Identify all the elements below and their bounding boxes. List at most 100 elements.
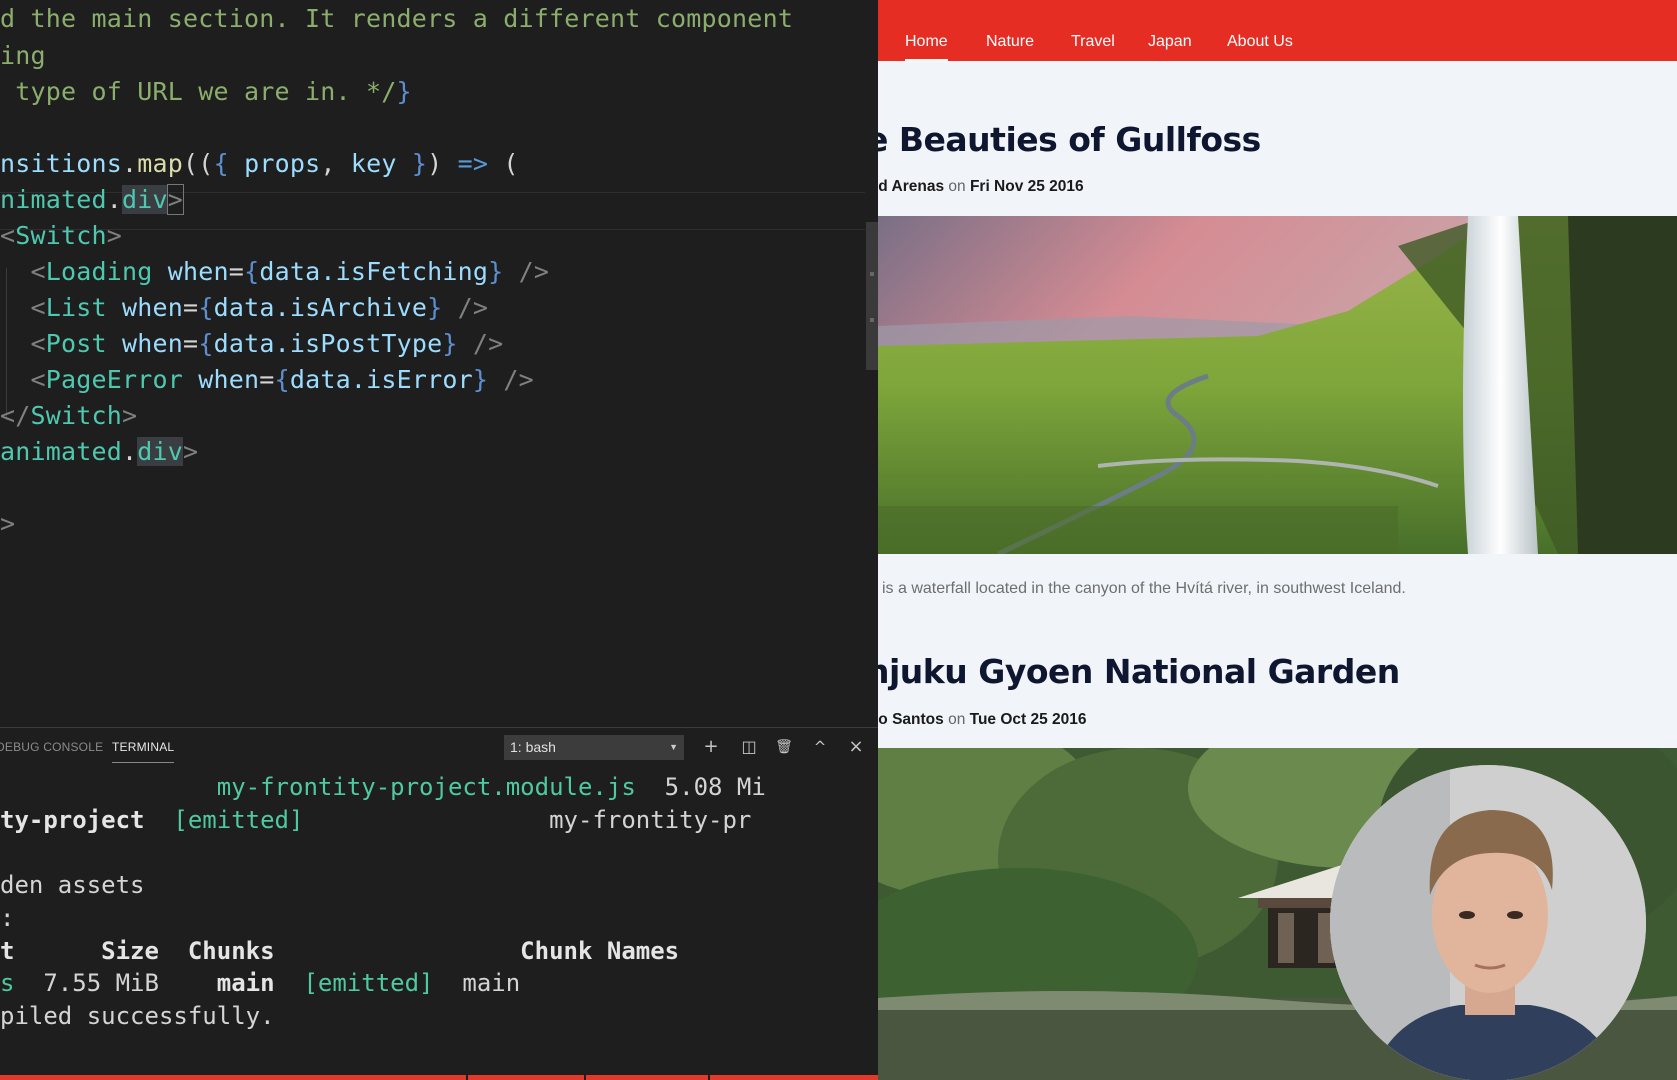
code-line: <List when={data.isArchive} /> (0, 289, 488, 327)
terminal-line: ty-project [emitted] my-frontity-pr (0, 803, 751, 837)
code-token: > (0, 509, 16, 538)
code-token: props (244, 149, 321, 178)
terminal-token: [emitted] (303, 969, 434, 997)
bottom-panel: DEBUG CONSOLE TERMINAL 1: bash ▼ + ◫ 🗑 ^… (0, 727, 878, 1080)
post-title[interactable]: njuku Gyoen National Garden (878, 652, 1400, 691)
terminal-token: : (0, 904, 15, 932)
nav-travel[interactable]: Travel (1071, 33, 1115, 51)
terminal-token: ty-project (0, 806, 145, 834)
code-token: { (198, 293, 214, 322)
terminal-token: main (433, 969, 521, 997)
terminal-token: s (0, 969, 15, 997)
nav-japan[interactable]: Japan (1148, 33, 1192, 51)
tab-terminal[interactable]: TERMINAL (112, 740, 175, 763)
code-token: div (122, 185, 168, 214)
split-icon[interactable]: ◫ (738, 736, 760, 758)
code-editor[interactable]: d the main section. It renders a differe… (0, 0, 865, 725)
code-token: > (122, 401, 138, 430)
code-token: => (457, 149, 489, 178)
code-token: /> (457, 329, 504, 358)
code-token: nsitions (0, 149, 123, 178)
code-token: when (183, 365, 260, 394)
chevron-up-icon[interactable]: ^ (809, 736, 831, 758)
nav-nature[interactable]: Nature (986, 33, 1034, 51)
code-token: > (106, 221, 123, 250)
code-token: } (427, 293, 443, 322)
presenter-webcam (1330, 765, 1646, 1080)
code-token: PageError (45, 365, 184, 394)
code-line: <Loading when={data.isFetching} /> (0, 253, 549, 291)
code-token: ing (0, 41, 46, 70)
scrollbar-marker (870, 318, 874, 322)
post-meta-on: on (948, 178, 966, 195)
post-title[interactable]: e Beauties of Gullfoss (878, 120, 1261, 159)
code-token: = (183, 329, 199, 358)
code-token: Switch (15, 221, 107, 250)
code-token: { (213, 149, 245, 178)
code-line: </Switch> (0, 397, 137, 435)
code-token: < (0, 221, 16, 250)
code-token: d the main section. It renders a differe… (0, 4, 794, 33)
editor-scrollbar-thumb[interactable] (866, 222, 878, 370)
code-token: Post (45, 329, 107, 358)
close-icon[interactable]: × (845, 736, 867, 758)
post-date: Tue Oct 25 2016 (969, 711, 1087, 728)
code-token: Switch (30, 401, 123, 430)
status-bar-divider (466, 1075, 468, 1080)
terminal-line: my-frontity-project.module.js 5.08 Mi (0, 770, 766, 804)
code-line: <PageError when={data.isError} /> (0, 361, 534, 399)
post-featured-image-waterfall[interactable] (878, 216, 1677, 554)
terminal-token: [emitted] (173, 806, 304, 834)
code-line: nimated.div> (0, 181, 185, 219)
nav-about-us[interactable]: About Us (1227, 33, 1293, 51)
code-token: animated (0, 437, 123, 466)
code-token: } (396, 149, 428, 178)
code-token: /> (488, 365, 534, 394)
post-author[interactable]: io Santos (878, 711, 944, 728)
code-token: when (152, 257, 229, 286)
site-header: Home Nature Travel Japan About Us (878, 0, 1677, 62)
status-bar-divider (584, 1075, 586, 1080)
terminal-token: t Size Chunks Chunk Names (0, 937, 680, 965)
code-token: Loading (45, 257, 153, 286)
terminal-token: piled successfully. (0, 1002, 275, 1030)
code-token: > (166, 184, 185, 215)
code-line: d the main section. It renders a differe… (0, 0, 793, 38)
post-author[interactable]: id Arenas (878, 178, 944, 195)
code-line: animated.div> (0, 433, 198, 471)
terminal-line: den assets (0, 868, 145, 902)
code-token: . (122, 149, 138, 178)
trash-icon[interactable]: 🗑 (773, 736, 795, 758)
terminal-select-value: 1: bash (510, 739, 556, 755)
code-token: List (45, 293, 107, 322)
post-date: Fri Nov 25 2016 (969, 178, 1084, 195)
code-token: . (106, 185, 123, 214)
code-token: } (488, 257, 504, 286)
code-token: = (228, 257, 245, 286)
code-token: div (137, 437, 184, 466)
post-meta-on: on (948, 711, 966, 728)
code-token: (( (183, 149, 214, 178)
code-token: { (244, 257, 260, 286)
code-token: < (0, 293, 46, 322)
code-token: data.isFetching (259, 257, 489, 286)
code-line: > (0, 505, 15, 543)
code-token: , (320, 149, 351, 178)
terminal-select[interactable]: 1: bash ▼ (504, 735, 684, 760)
tab-debug-console[interactable]: DEBUG CONSOLE (0, 740, 103, 754)
code-token: } (472, 365, 489, 394)
code-token: /> (503, 257, 550, 286)
terminal-token: den assets (0, 871, 145, 899)
chevron-down-icon: ▼ (669, 742, 678, 752)
plus-icon[interactable]: + (700, 736, 722, 758)
code-token: { (274, 365, 290, 394)
code-token: = (183, 293, 199, 322)
post-meta: io Santos on Tue Oct 25 2016 (878, 711, 1087, 729)
code-token: when (106, 293, 184, 322)
nav-home[interactable]: Home (905, 33, 948, 62)
terminal-output[interactable]: my-frontity-project.module.js 5.08 Mi ty-… (0, 768, 878, 1068)
code-token: < (0, 365, 46, 394)
code-editor-pane: d the main section. It renders a differe… (0, 0, 878, 1080)
